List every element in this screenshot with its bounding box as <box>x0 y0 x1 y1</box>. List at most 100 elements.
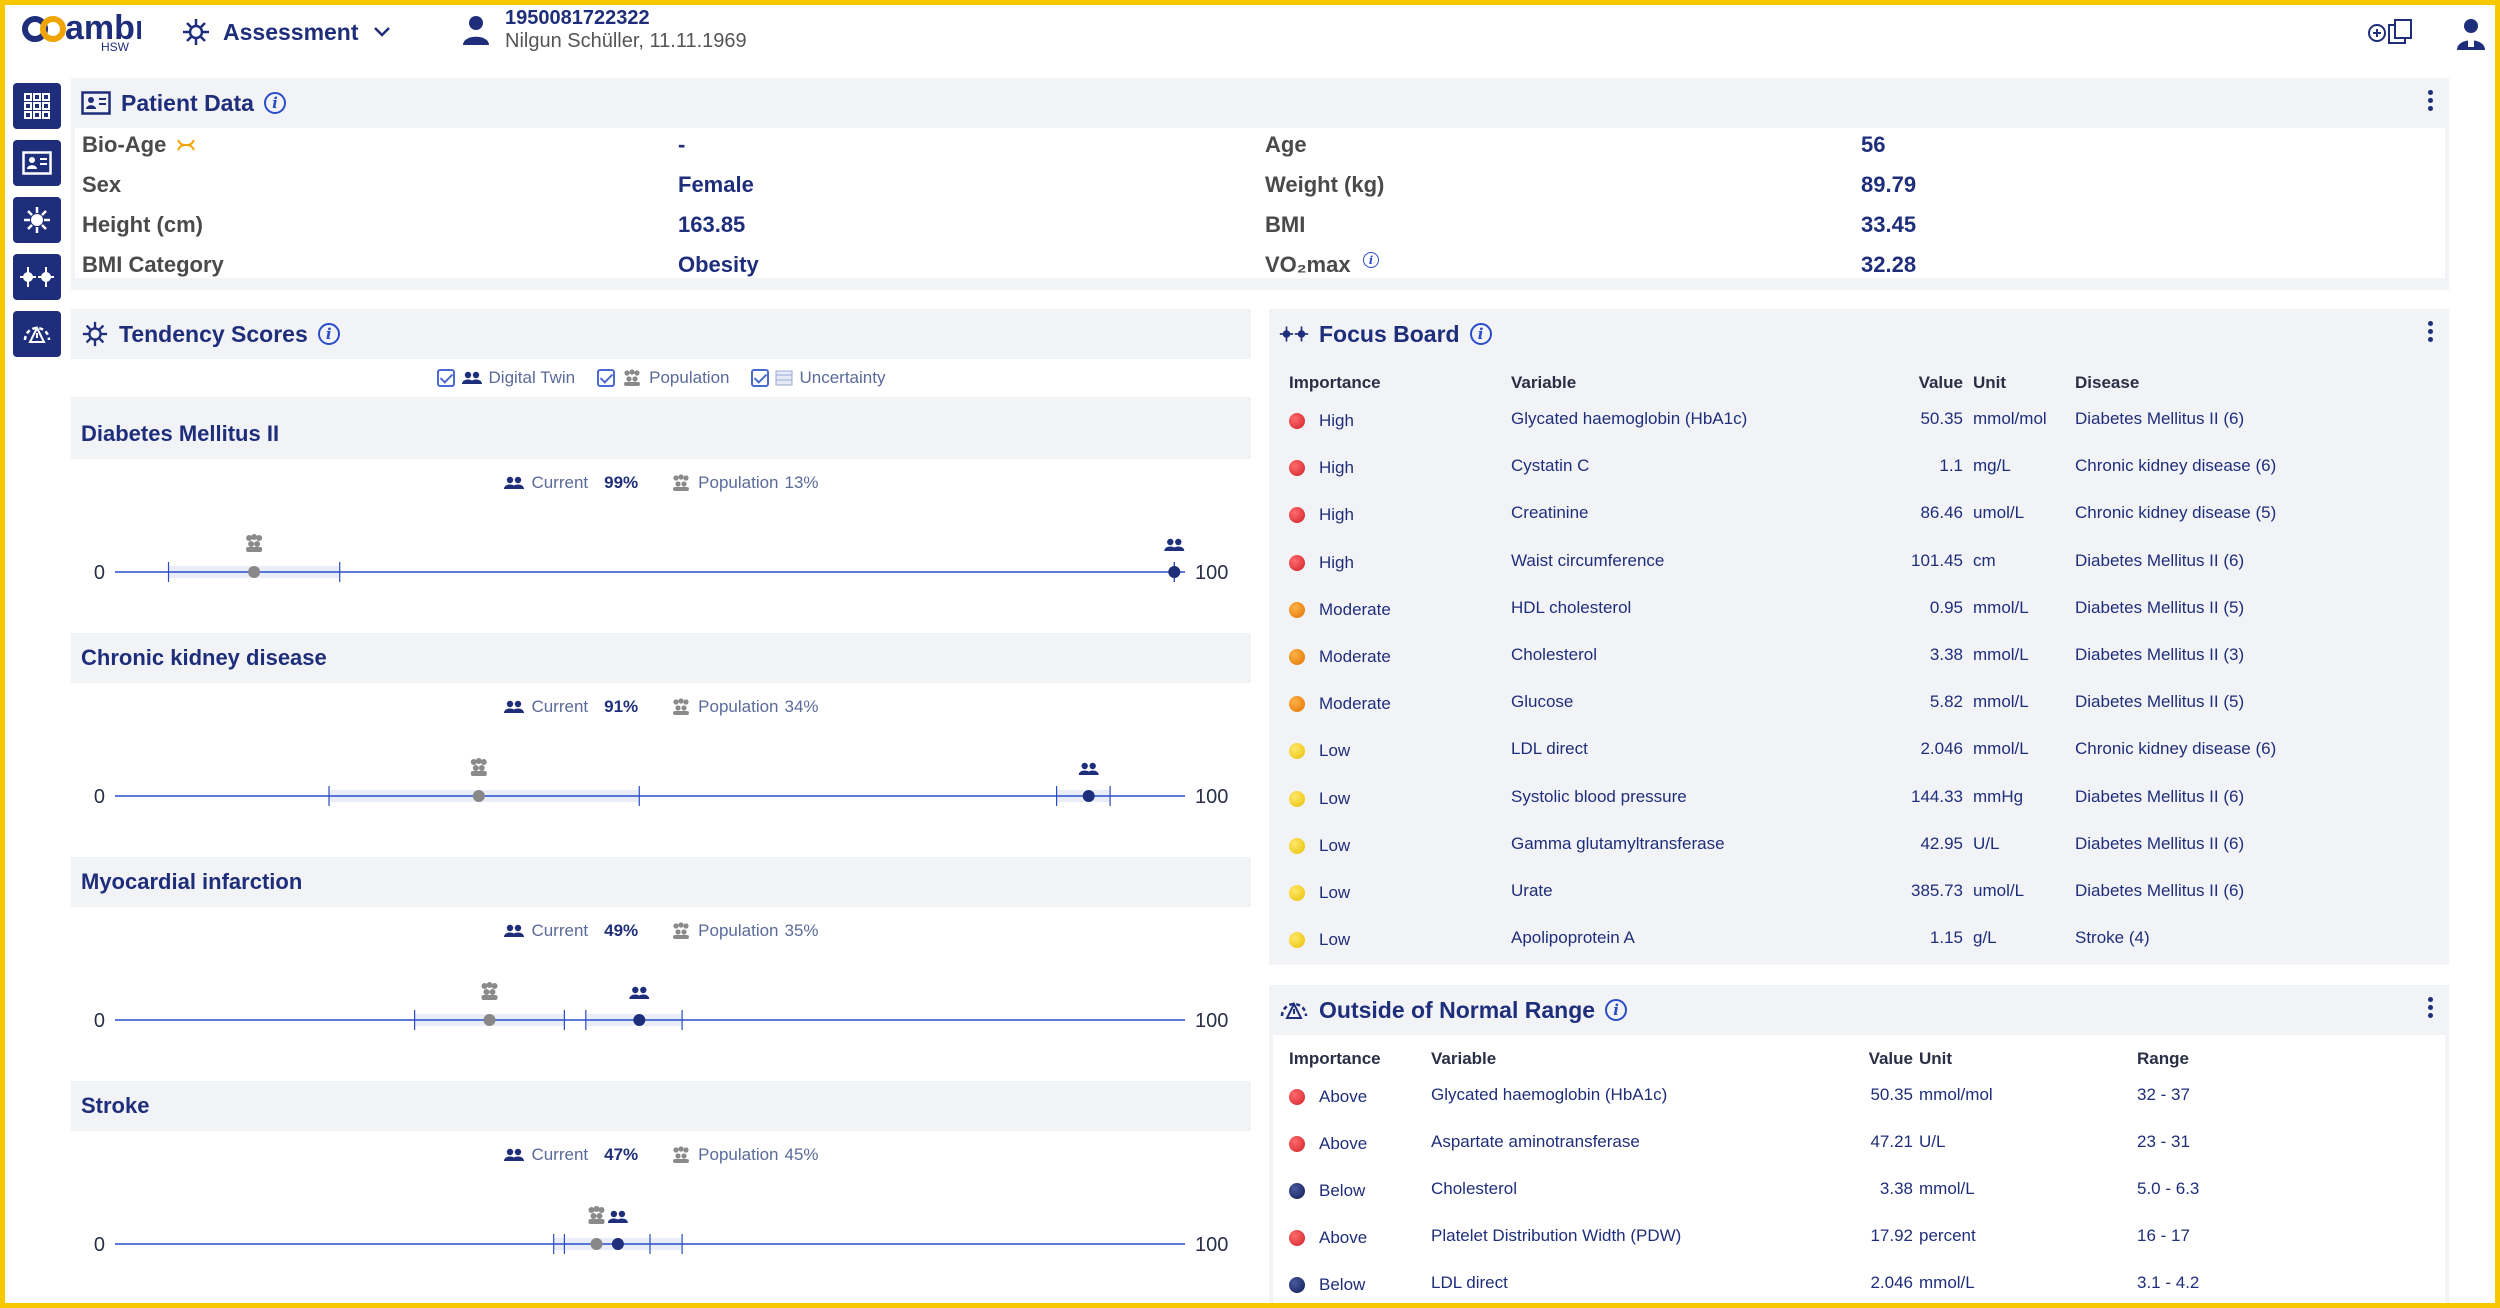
add-window-icon[interactable] <box>2367 17 2415 47</box>
module-label: Assessment <box>223 18 359 45</box>
disease-cell: Stroke (4) <box>2075 928 2150 948</box>
importance-indicator-icon <box>1289 554 1305 571</box>
more-menu-icon[interactable] <box>2425 997 2435 1023</box>
sidebar-item-tendency[interactable] <box>13 197 61 243</box>
info-icon[interactable]: i <box>263 92 286 114</box>
tendency-axis-chart: 0 100 <box>94 982 1228 1032</box>
unit-cell: U/L <box>1919 1132 1946 1151</box>
sidebar-item-outside-range[interactable] <box>13 311 61 357</box>
current-score: Current 99% <box>503 473 638 493</box>
current-score: Current 47% <box>503 1145 638 1165</box>
info-icon[interactable]: i <box>1469 323 1492 345</box>
table-row[interactable]: High Cystatin C 1.1 mg/L Chronic kidney dise… <box>1273 448 2445 488</box>
current-label: Current <box>531 921 589 940</box>
axis-min-label: 0 <box>94 1010 105 1032</box>
variable-cell: Urate <box>1511 881 1553 900</box>
table-row[interactable]: Above Platelet Distribution Width (PDW) 17… <box>1273 1218 2445 1258</box>
module-selector[interactable]: Assessment <box>181 17 393 47</box>
importance-indicator-icon <box>1289 932 1305 949</box>
double-virus-icon <box>20 267 54 287</box>
table-row[interactable]: High Creatinine 86.46 umol/L Chronic kidney … <box>1273 495 2445 535</box>
disease-cell: Diabetes Mellitus II (6) <box>2075 409 2245 428</box>
app-logo[interactable]: ambr HSW <box>21 7 148 59</box>
population-icon <box>673 1146 690 1163</box>
value-cell: 3.38 <box>1879 1179 1913 1198</box>
range-cell: 23 - 31 <box>2137 1132 2190 1151</box>
legend-population-toggle[interactable]: Population <box>597 368 729 388</box>
population-marker <box>483 1014 496 1026</box>
disease-cell: Chronic kidney disease (5) <box>2075 503 2277 523</box>
doctor-icon[interactable] <box>2455 17 2487 51</box>
importance-cell: High <box>1319 411 1354 430</box>
importance-indicator-icon <box>1289 649 1305 665</box>
variable-cell: Creatinine <box>1511 503 1589 523</box>
importance-cell: Above <box>1319 1228 1368 1247</box>
importance-cell: Low <box>1319 741 1351 761</box>
table-row[interactable]: Above Aspartate aminotransferase 47.21 U/L 2… <box>1273 1124 2445 1164</box>
axis-max-label: 100 <box>1195 1010 1228 1032</box>
sex-value: Female <box>678 172 754 197</box>
patient-header[interactable]: 1950081722322 Nilgun Schüller, 11.11.196… <box>461 7 747 53</box>
importance-cell: Moderate <box>1319 647 1391 666</box>
population-value: 34% <box>784 697 819 716</box>
importance-indicator-icon <box>1289 507 1305 524</box>
disease-cell: Diabetes Mellitus II (5) <box>2075 597 2245 617</box>
variable-cell: Aspartate aminotransferase <box>1431 1132 1640 1151</box>
patient-data-title: Patient Data <box>121 89 254 116</box>
bmi-value: 33.45 <box>1861 212 1917 237</box>
checkbox[interactable] <box>751 369 770 387</box>
sidebar-item-focus-board[interactable] <box>13 254 61 300</box>
table-row[interactable]: Below Cholesterol 3.38 mmol/L 5.0 - 6.3 <box>1273 1171 2445 1211</box>
table-row[interactable]: Low LDL direct 2.046 mmol/L Chronic kidney d… <box>1273 731 2445 771</box>
disease-header: Chronic kidney disease <box>81 645 327 670</box>
outside-range-header: Outside of Normal Range i <box>1269 985 2449 1035</box>
tendency-title: Tendency Scores <box>119 320 308 347</box>
info-icon[interactable]: i <box>1605 999 1628 1021</box>
table-row[interactable]: Moderate HDL cholesterol 0.95 mmol/L Diabete… <box>1273 590 2445 630</box>
checkbox[interactable] <box>436 369 455 387</box>
disease-score-card: Current 91% Population 34% 0 100 <box>71 683 1251 857</box>
value-cell: 86.46 <box>1920 503 1963 523</box>
table-row[interactable]: Low Urate 385.73 umol/L Diabetes Mellitus II… <box>1273 873 2445 913</box>
bio-age-value: - <box>678 132 686 157</box>
table-row[interactable]: Low Gamma glutamyltransferase 42.95 U/L Diab… <box>1273 826 2445 866</box>
table-row[interactable]: Moderate Glucose 5.82 mmol/L Diabetes Mellit… <box>1273 684 2445 724</box>
table-row[interactable]: Low Apolipoprotein A 1.15 g/L Stroke (4) <box>1273 920 2445 960</box>
value-cell: 3.38 <box>1929 645 1963 664</box>
vo2max-info-icon[interactable]: i <box>1363 252 1379 268</box>
current-value: 47% <box>604 1145 639 1164</box>
current-score: Current 91% <box>503 697 638 717</box>
legend-digital-twin-toggle[interactable]: Digital Twin <box>436 368 576 388</box>
legend-population-label: Population <box>649 368 730 387</box>
virus-icon <box>183 19 209 45</box>
vo2max-label: VO₂max <box>1265 252 1351 277</box>
population-icon <box>673 922 690 939</box>
importance-cell: Low <box>1319 883 1351 902</box>
population-marker <box>472 790 485 802</box>
twin-people-icon <box>504 1148 525 1161</box>
current-marker <box>611 1238 624 1250</box>
sidebar-item-overview[interactable] <box>13 83 61 129</box>
table-row[interactable]: High Waist circumference 101.45 cm Diabetes … <box>1273 543 2445 583</box>
range-cell: 3.1 - 4.2 <box>2137 1273 2200 1292</box>
info-icon[interactable]: i <box>317 323 340 345</box>
population-marker-icon <box>481 982 498 1000</box>
table-row[interactable]: Below LDL direct 2.046 mmol/L 3.1 - 4.2 <box>1273 1265 2445 1303</box>
sidebar-item-patient-data[interactable] <box>13 140 61 186</box>
col-variable: Variable <box>1431 1049 1497 1068</box>
current-marker-icon <box>607 1210 628 1223</box>
legend-digital-twin-label: Digital Twin <box>488 368 576 387</box>
importance-cell: Moderate <box>1319 694 1391 714</box>
table-row[interactable]: Moderate Cholesterol 3.38 mmol/L Diabetes Me… <box>1273 637 2445 677</box>
more-menu-icon[interactable] <box>2425 90 2435 116</box>
top-bar: ambr HSW Assessment 1950081722322 Nilgun… <box>5 5 2495 61</box>
table-row[interactable]: Low Systolic blood pressure 144.33 mmHg Diab… <box>1273 779 2445 819</box>
legend-uncertainty-toggle[interactable]: Uncertainty <box>751 368 885 388</box>
importance-indicator-icon <box>1289 1136 1305 1152</box>
checkbox[interactable] <box>597 369 616 387</box>
unit-cell: mmol/L <box>1973 597 2029 617</box>
table-row[interactable]: High Glycated haemoglobin (HbA1c) 50.35 mmo… <box>1273 401 2445 441</box>
more-menu-icon[interactable] <box>2425 321 2435 347</box>
importance-cell: Below <box>1319 1275 1366 1294</box>
table-row[interactable]: Above Glycated haemoglobin (HbA1c) 50.35 mm… <box>1273 1077 2445 1117</box>
